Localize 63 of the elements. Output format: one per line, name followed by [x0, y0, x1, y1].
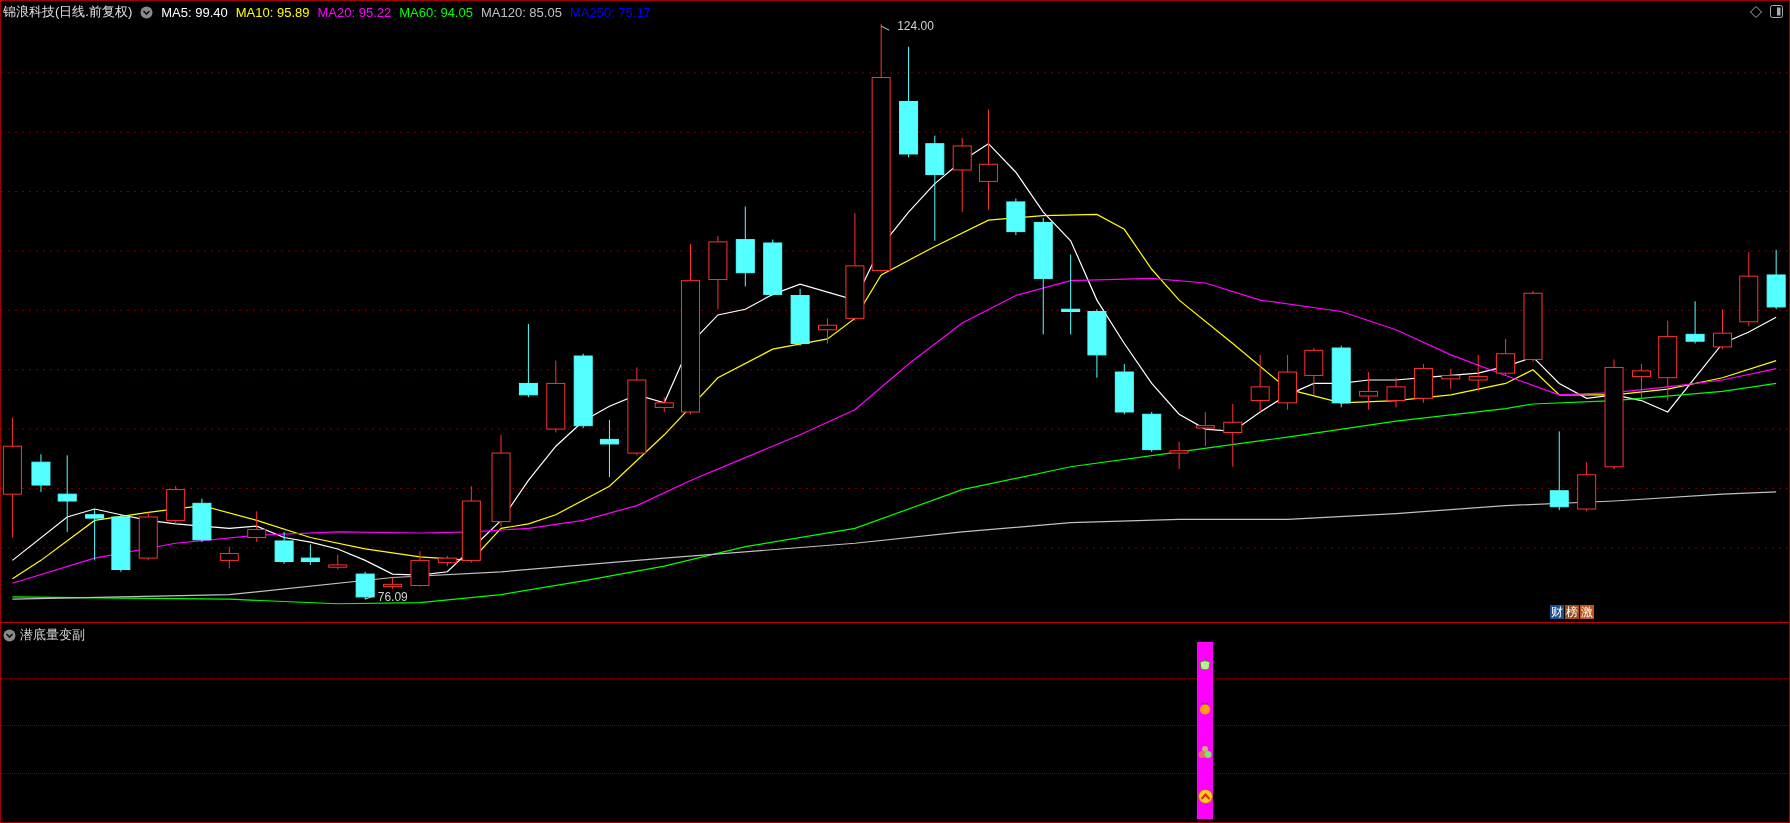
candlestick: [1304, 347, 1324, 396]
candlestick: [1195, 411, 1215, 447]
candlestick: [1468, 354, 1488, 392]
candlestick: [1413, 363, 1433, 404]
candlestick: [1359, 371, 1379, 411]
candlestick: [1331, 345, 1351, 408]
candlestick: [383, 577, 403, 590]
candlestick: [1169, 441, 1189, 470]
candlestick: [192, 498, 212, 543]
candlestick: [1087, 308, 1107, 379]
moving-average-label: MA250: 75.17: [569, 4, 651, 20]
candlestick: [1631, 363, 1651, 399]
stock-title: 锦浪科技(日线.前复权): [3, 3, 133, 21]
candlestick: [1496, 338, 1516, 376]
apple-icon: [1198, 657, 1212, 671]
candlestick: [138, 511, 158, 561]
moving-average-label: MA60: 94.05: [399, 4, 473, 20]
candlestick: [437, 555, 457, 567]
candlestick: [1441, 368, 1461, 390]
moving-average-label: MA10: 95.89: [235, 4, 310, 20]
high-price-label: 124.00: [897, 19, 934, 34]
tag: 榜: [1565, 605, 1579, 619]
tag: 激: [1580, 605, 1594, 619]
candlestick: [274, 531, 294, 565]
candlestick: [410, 550, 430, 588]
dropdown-icon[interactable]: [3, 628, 16, 642]
candlestick: [1223, 403, 1243, 468]
candlestick: [247, 510, 267, 543]
candlestick: [1142, 411, 1162, 453]
dropdown-icon[interactable]: [140, 5, 154, 19]
tag: 财: [1550, 605, 1564, 619]
panel-toggle-icon[interactable]: [1770, 5, 1783, 18]
candlestick: [763, 239, 783, 297]
candlestick: [1685, 300, 1705, 344]
moving-average-label: MA20: 95.22: [317, 4, 392, 20]
candlestick: [328, 554, 348, 570]
citrus-fruit-icon: [1198, 701, 1212, 715]
three-balls-icon: [1198, 745, 1212, 759]
candlestick: [85, 508, 105, 561]
up-arrow-circle-icon: [1197, 789, 1213, 804]
low-price-label: 76.09: [377, 590, 408, 605]
indicator-title: 潜底量变副: [20, 626, 85, 644]
moving-average-label: MA5: 99.40: [161, 4, 228, 20]
candlestick: [300, 543, 320, 566]
candlestick: [31, 453, 51, 493]
candlestick: [818, 317, 837, 344]
candlestick: [790, 288, 810, 347]
candlestick: [1006, 198, 1026, 236]
candlestick: [1713, 308, 1732, 350]
diamond-icon[interactable]: [1750, 5, 1762, 18]
candlestick: [1114, 363, 1134, 415]
candlestick: [166, 485, 186, 525]
moving-average-label: MA120: 85.05: [480, 4, 562, 20]
candlestick: [654, 396, 674, 413]
candlestick: [599, 419, 619, 478]
candlestick: [1766, 249, 1786, 310]
candlestick: [219, 546, 239, 569]
candlestick: [111, 514, 131, 573]
candlestick: [1250, 354, 1270, 413]
candlestick: [355, 571, 375, 600]
candlestick: [1577, 461, 1597, 512]
candlestick: [1386, 377, 1406, 408]
candlestick: [1278, 354, 1298, 411]
